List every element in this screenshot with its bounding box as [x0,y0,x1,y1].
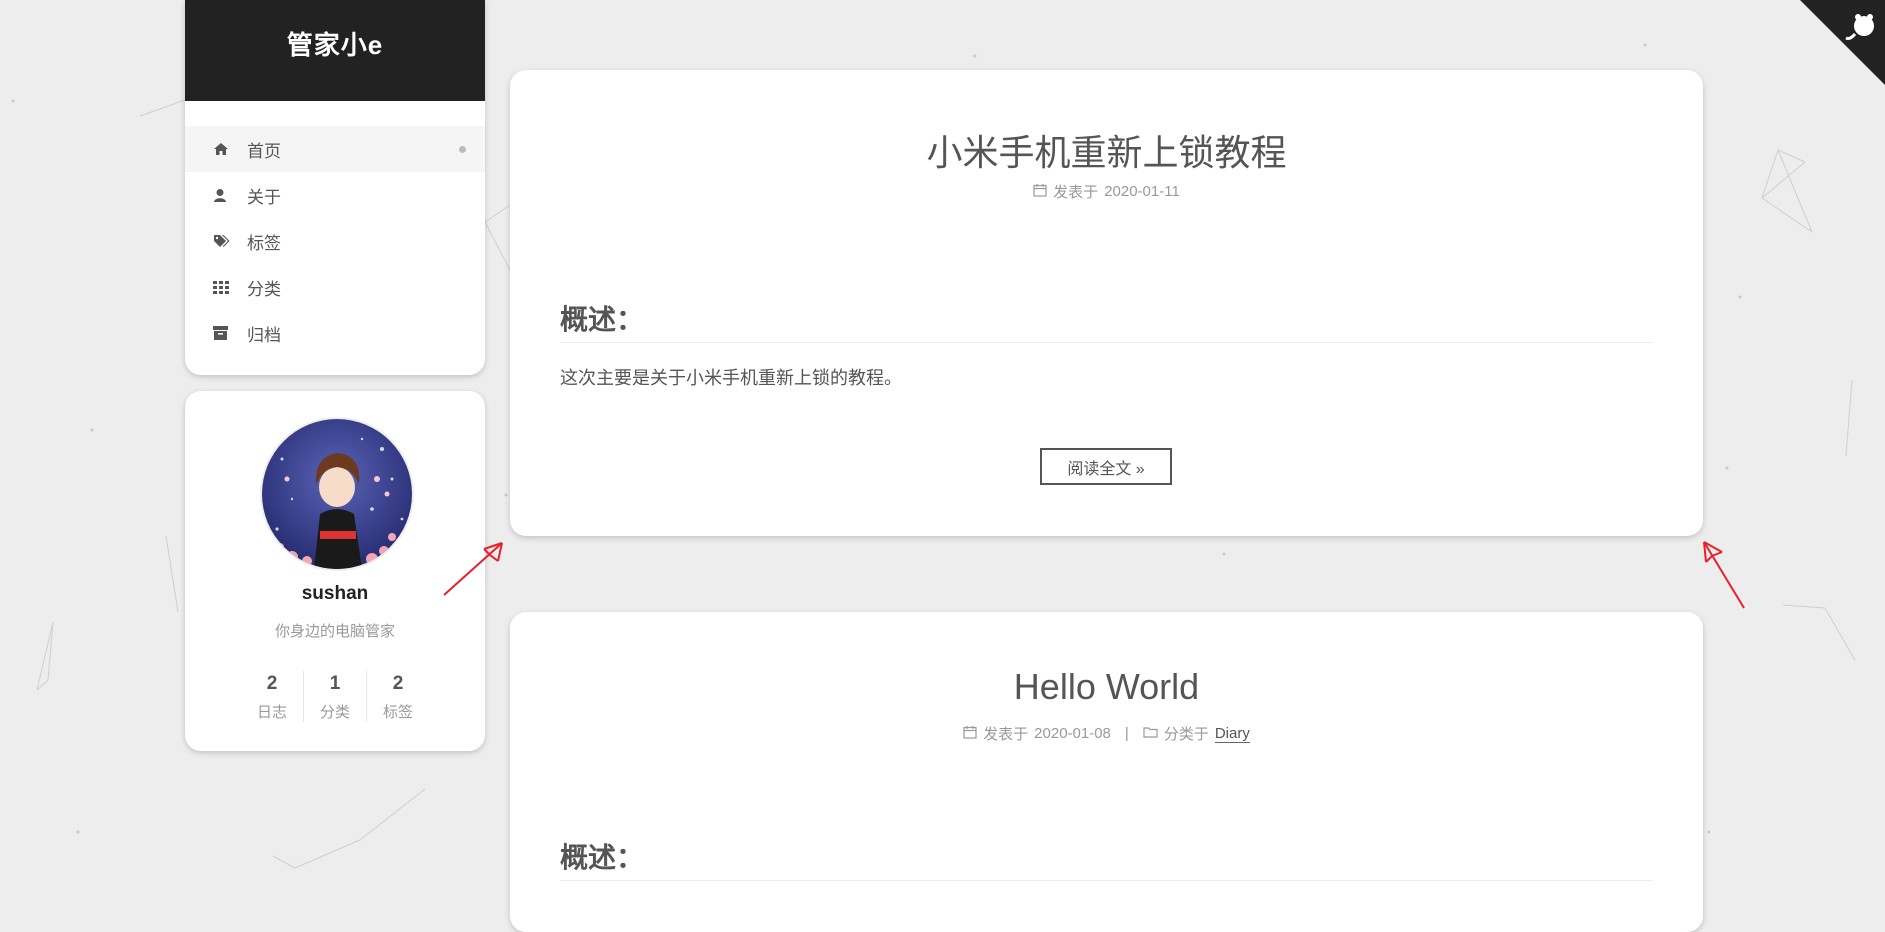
avatar [260,417,414,571]
stat-count: 2 [266,673,278,694]
th-icon [213,280,235,294]
user-icon [213,188,235,203]
section-heading: 概述： [560,298,1653,343]
post-card: 小米手机重新上锁教程 发表于 2020-01-11 概述： 这次主要是关于小米手… [510,70,1703,536]
site-header: 管家小e [185,0,485,101]
post-title[interactable]: Hello World [510,666,1703,708]
read-more-button[interactable]: 阅读全文 » [1040,448,1172,485]
menu-item-home[interactable]: 首页 [185,126,485,172]
sidebar-nav-card: 管家小e 首页 关于 标签 分类 归档 [185,0,485,375]
main-menu: 首页 关于 标签 分类 归档 [185,126,485,356]
menu-item-archives[interactable]: 归档 [185,310,485,356]
stat-label: 日志 [256,704,287,721]
author-description: 你身边的电脑管家 [274,623,395,640]
menu-item-label: 首页 [247,141,281,161]
stat-count: 2 [392,673,404,694]
menu-item-label: 分类 [247,279,281,299]
post-title[interactable]: 小米手机重新上锁教程 [510,124,1703,176]
stat-tags[interactable]: 2 标签 [366,671,429,722]
stat-count: 1 [329,673,341,694]
home-icon [213,142,235,156]
calendar-icon [963,725,977,743]
site-title[interactable]: 管家小e [287,25,383,62]
annotation-arrow-right [1703,541,1745,609]
calendar-icon [1033,183,1047,201]
post-meta: 发表于 2020-01-08 | 分类于 Diary [510,723,1703,744]
post-date: 2020-01-11 [1104,183,1180,200]
stat-label: 标签 [382,704,413,721]
stat-label: 分类 [319,704,350,721]
post-date: 2020-01-08 [1034,725,1111,742]
post-meta-prefix: 发表于 [983,726,1029,743]
post-card: Hello World 发表于 2020-01-08 | 分类于 Diary 概… [510,612,1703,932]
menu-item-categories[interactable]: 分类 [185,264,485,310]
menu-item-about[interactable]: 关于 [185,172,485,218]
archive-icon [213,326,235,340]
menu-item-label: 标签 [247,233,281,253]
meta-separator: | [1124,725,1129,742]
menu-item-label: 关于 [247,187,281,207]
section-heading: 概述： [560,836,1653,881]
menu-item-tags[interactable]: 标签 [185,218,485,264]
active-indicator-dot [459,146,466,153]
post-excerpt: 这次主要是关于小米手机重新上锁的教程。 [560,368,902,388]
stat-categories[interactable]: 1 分类 [303,671,366,722]
category-link[interactable]: Diary [1214,725,1250,743]
category-prefix: 分类于 [1163,726,1209,743]
folder-icon [1143,725,1158,742]
stat-posts[interactable]: 2 日志 [241,671,303,722]
annotation-arrow-left [443,542,503,596]
menu-item-label: 归档 [247,325,281,345]
post-meta: 发表于 2020-01-11 [510,181,1703,202]
post-meta-prefix: 发表于 [1053,184,1099,201]
tags-icon [213,234,235,248]
github-corner-link[interactable] [1800,0,1885,85]
site-stats: 2 日志 1 分类 2 标签 [185,671,485,722]
